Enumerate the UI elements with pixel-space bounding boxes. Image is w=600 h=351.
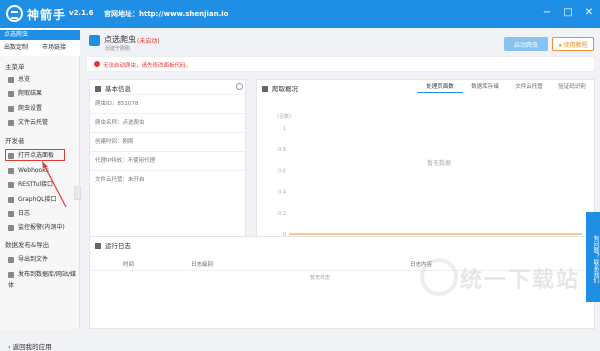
sidebar-item-results[interactable]: 爬取结果 bbox=[0, 88, 80, 99]
overview-icon bbox=[8, 76, 14, 83]
sidebar: 点选爬虫 出数定制 市场链接 主菜单 总览 爬取结果 爬虫设置 文件云托管 开发… bbox=[0, 28, 81, 351]
warning-text: 无法启动爬虫，请先修改面板代码。 bbox=[103, 63, 192, 69]
sidebar-item-publish[interactable]: 发布到数据库/网站/媒体 bbox=[0, 269, 80, 289]
section-export: 数据发布&导出 bbox=[5, 241, 50, 249]
tab-current-task[interactable]: 点选爬虫 bbox=[0, 30, 80, 40]
section-developer: 开发者 bbox=[5, 137, 25, 145]
results-icon bbox=[8, 90, 14, 97]
highlight-box bbox=[5, 149, 65, 161]
task-name: 点选爬虫 bbox=[104, 35, 136, 44]
export-icon bbox=[8, 256, 14, 263]
red-arrow-annotation bbox=[42, 161, 67, 208]
tab-cloud[interactable]: 文件云托管 bbox=[509, 81, 549, 93]
logs-title: 运行日志 bbox=[95, 240, 131, 250]
no-data-text: 暂无数据 bbox=[427, 159, 451, 167]
close-button[interactable]: ✕ bbox=[582, 6, 596, 20]
chart-icon bbox=[262, 86, 268, 92]
sidebar-item-monitor[interactable]: 监控报警(内测中) bbox=[0, 222, 80, 233]
sidebar-item-settings[interactable]: 爬虫设置 bbox=[0, 103, 80, 114]
basic-info-panel: 基本信息 爬虫ID：851078 爬虫名称：点选爬虫 创建时间：刚刚 代理IP特… bbox=[89, 79, 246, 254]
contact-us-tab[interactable]: 有问题？联系我们 bbox=[586, 212, 600, 302]
sidebar-item-export-file[interactable]: 导出到文件 bbox=[0, 254, 80, 265]
tab-pages[interactable]: 处理页面数 bbox=[417, 81, 463, 93]
back-to-apps-link[interactable]: ‹ 返回我的应用 bbox=[8, 341, 52, 351]
task-created: 创建于刚刚 bbox=[105, 46, 131, 52]
webhooks-icon bbox=[8, 167, 14, 174]
gear-icon[interactable] bbox=[236, 83, 243, 90]
cloud-icon bbox=[8, 119, 14, 126]
task-icon bbox=[89, 35, 100, 46]
monitor-icon bbox=[8, 224, 14, 231]
info-row: 爬虫ID：851078 bbox=[90, 94, 245, 112]
graphql-icon bbox=[8, 196, 14, 203]
sidebar-item-cloud[interactable]: 文件云托管 bbox=[0, 117, 80, 128]
y-axis-label: (页数) bbox=[277, 113, 291, 120]
site-link[interactable]: 官网地址：http://www.shenjian.io bbox=[104, 9, 228, 19]
info-row: 创建时间：刚刚 bbox=[90, 132, 245, 150]
sidebar-item-overview[interactable]: 总览 bbox=[0, 74, 80, 85]
y-tick-label: 0.4 bbox=[278, 190, 286, 196]
logo-icon bbox=[6, 5, 23, 22]
app-name: 神箭手 bbox=[27, 8, 67, 22]
restful-icon bbox=[8, 181, 14, 188]
y-tick-label: 0.2 bbox=[278, 211, 286, 217]
publish-icon bbox=[8, 271, 14, 278]
info-row: 代理IP特效：不使用代理 bbox=[90, 151, 245, 169]
overview-title: 爬取概况 bbox=[262, 83, 298, 93]
task-status: (未启动) bbox=[137, 38, 160, 45]
minimize-button[interactable]: − bbox=[540, 6, 554, 20]
logs-empty-text: 暂无日志 bbox=[310, 275, 331, 281]
info-row: 文件云托管：未开启 bbox=[90, 170, 245, 188]
warning-bar: 无法启动爬虫，请先修改面板代码。 bbox=[86, 56, 595, 72]
watermark-logo: 统一下载站 bbox=[420, 252, 580, 312]
tab-database[interactable]: 数据库存储 bbox=[465, 81, 505, 93]
info-icon bbox=[95, 86, 101, 92]
watermark-text: 统一下载站 bbox=[460, 268, 581, 293]
col-time: 时间 bbox=[123, 262, 135, 268]
app-version: v2.1.6 bbox=[69, 9, 94, 17]
section-main-menu: 主菜单 bbox=[5, 63, 25, 71]
sidebar-tabs: 点选爬虫 出数定制 市场链接 bbox=[0, 28, 80, 56]
log-panel-icon bbox=[95, 243, 101, 249]
subtab-market[interactable]: 市场链接 bbox=[42, 43, 66, 53]
subtab-output[interactable]: 出数定制 bbox=[4, 43, 28, 53]
watermark-icon bbox=[420, 258, 458, 296]
log-icon bbox=[8, 210, 14, 217]
basic-info-title: 基本信息 bbox=[95, 83, 131, 93]
maximize-button[interactable]: □ bbox=[561, 6, 575, 20]
settings-icon bbox=[8, 105, 14, 112]
tab-captcha[interactable]: 验证码识别 bbox=[551, 81, 593, 93]
tutorial-button[interactable]: ● 使用教程 bbox=[552, 37, 594, 51]
y-tick-label: 1 bbox=[283, 126, 286, 132]
title-bar: 神箭手 v2.1.6 官网地址：http://www.shenjian.io −… bbox=[0, 0, 600, 28]
info-row: 爬虫名称：点选爬虫 bbox=[90, 113, 245, 131]
overview-panel: 爬取概况 处理页面数 数据库存储 文件云托管 验证码识别 (页数) 1 0.8 0.… bbox=[256, 79, 595, 254]
collapse-handle[interactable] bbox=[74, 186, 81, 200]
y-tick-label: 0.6 bbox=[278, 168, 286, 174]
warning-icon bbox=[94, 61, 100, 67]
start-crawler-button[interactable]: 启动爬虫 bbox=[504, 37, 548, 51]
task-header: 点选爬虫 (未启动) 创建于刚刚 启动爬虫 ● 使用教程 bbox=[86, 32, 595, 56]
y-tick-label: 0.8 bbox=[278, 147, 286, 153]
pages-chart: (页数) 10.80.60.40.20 0点2点4点6点8点10点12点14点1… bbox=[277, 113, 582, 246]
col-level: 日志级别 bbox=[191, 262, 214, 268]
